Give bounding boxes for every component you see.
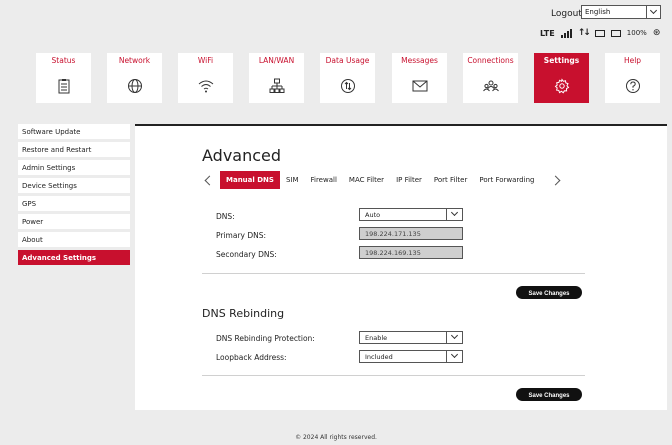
loopback-address-value: Included [365, 353, 393, 361]
loopback-address-label: Loopback Address: [216, 353, 287, 362]
language-value: English [585, 8, 611, 16]
chevron-down-icon [446, 351, 462, 362]
status-indicators: LTE ↑↓ 100% ⊛ [540, 28, 660, 38]
secondary-dns-field: 198.224.169.135 [359, 246, 463, 259]
divider [202, 375, 585, 376]
lan-icon [269, 78, 284, 93]
device-icon: ⊛ [652, 28, 661, 38]
dns-rebinding-title: DNS Rebinding [202, 307, 285, 320]
dns-select[interactable]: Auto [359, 208, 463, 221]
chevron-down-icon [446, 332, 462, 343]
nav-label: Data Usage [325, 56, 370, 65]
sidebar-item-power[interactable]: Power [18, 214, 130, 229]
rebinding-protection-select[interactable]: Enable [359, 331, 463, 344]
save-changes-button-2[interactable]: Save Changes [516, 388, 582, 401]
tab-mac-filter[interactable]: MAC Filter [343, 171, 390, 189]
sidebar-item-restore-restart[interactable]: Restore and Restart [18, 142, 130, 157]
footer-copyright: © 2024 All rights reserved. [295, 434, 377, 441]
nav-label: Network [118, 56, 151, 65]
rebinding-protection-label: DNS Rebinding Protection: [216, 334, 315, 343]
sidebar-item-advanced-settings[interactable]: Advanced Settings [18, 250, 130, 265]
data-usage-icon [340, 79, 355, 93]
primary-dns-field: 198.224.171.135 [359, 227, 463, 240]
nav-label: Messages [401, 56, 438, 65]
nav-messages[interactable]: Messages [392, 53, 447, 103]
network-type: LTE [540, 28, 555, 38]
dns-value: Auto [365, 211, 381, 219]
sidebar-item-software-update[interactable]: Software Update [18, 124, 130, 139]
loopback-address-select[interactable]: Included [359, 350, 463, 363]
tab-firewall[interactable]: Firewall [305, 171, 343, 189]
tab-port-filter[interactable]: Port Filter [428, 171, 473, 189]
nav-help[interactable]: Help [605, 53, 660, 103]
globe-icon [127, 79, 142, 93]
nav-wifi[interactable]: WiFi [178, 53, 233, 103]
clipboard-icon [58, 79, 69, 94]
signal-icon [560, 28, 572, 38]
nav-settings[interactable]: Settings [534, 53, 589, 103]
battery-icon [610, 29, 621, 37]
help-icon [625, 79, 640, 93]
language-select[interactable]: English [581, 5, 661, 19]
sidebar-item-admin-settings[interactable]: Admin Settings [18, 160, 130, 175]
tab-ip-filter[interactable]: IP Filter [390, 171, 428, 189]
nav-label: Status [51, 56, 76, 65]
battery-level: 100% [626, 29, 647, 37]
nav-label: LAN/WAN [258, 56, 295, 65]
primary-dns-label: Primary DNS: [216, 231, 267, 240]
divider [202, 273, 585, 274]
nav-label: Connections [467, 56, 514, 65]
nav-label: WiFi [197, 56, 214, 65]
page-title: Advanced [202, 146, 282, 165]
envelope-icon [412, 80, 427, 92]
nav-lan-wan[interactable]: LAN/WAN [249, 53, 304, 103]
wifi-icon [198, 80, 213, 93]
advanced-panel: Advanced Manual DNS SIM Firewall MAC Fil… [135, 124, 667, 410]
chevron-down-icon [646, 6, 660, 18]
gear-icon [554, 78, 569, 94]
chevron-left-icon[interactable] [204, 175, 215, 185]
users-icon [482, 80, 499, 92]
logout-link[interactable]: Logout [551, 9, 582, 19]
dns-label: DNS: [216, 212, 235, 221]
chevron-right-icon[interactable] [551, 175, 561, 185]
tab-manual-dns[interactable]: Manual DNS [220, 171, 280, 189]
nav-status[interactable]: Status [36, 53, 91, 103]
save-changes-button[interactable]: Save Changes [516, 286, 582, 299]
nav-label: Help [623, 56, 642, 65]
nav-data-usage[interactable]: Data Usage [320, 53, 375, 103]
tab-port-forwarding[interactable]: Port Forwarding [473, 171, 540, 189]
tab-sim[interactable]: SIM [280, 171, 305, 189]
settings-sidebar: Software Update Restore and Restart Admi… [18, 124, 130, 268]
main-nav: Status Network WiFi LAN/WAN Data Usage M… [36, 53, 660, 103]
nav-label: Settings [543, 56, 580, 65]
chevron-down-icon [446, 209, 462, 220]
advanced-tabs: Manual DNS SIM Firewall MAC Filter IP Fi… [202, 170, 563, 190]
nav-network[interactable]: Network [107, 53, 162, 103]
sidebar-item-about[interactable]: About [18, 232, 130, 247]
rebinding-protection-value: Enable [365, 334, 388, 342]
sidebar-item-device-settings[interactable]: Device Settings [18, 178, 130, 193]
data-transfer-icon: ↑↓ [577, 28, 591, 38]
secondary-dns-label: Secondary DNS: [216, 250, 277, 259]
nav-connections[interactable]: Connections [463, 53, 518, 103]
sidebar-item-gps[interactable]: GPS [18, 196, 130, 211]
top-bar: Logout English LTE ↑↓ 100% ⊛ [0, 0, 672, 50]
sms-icon [594, 29, 605, 37]
